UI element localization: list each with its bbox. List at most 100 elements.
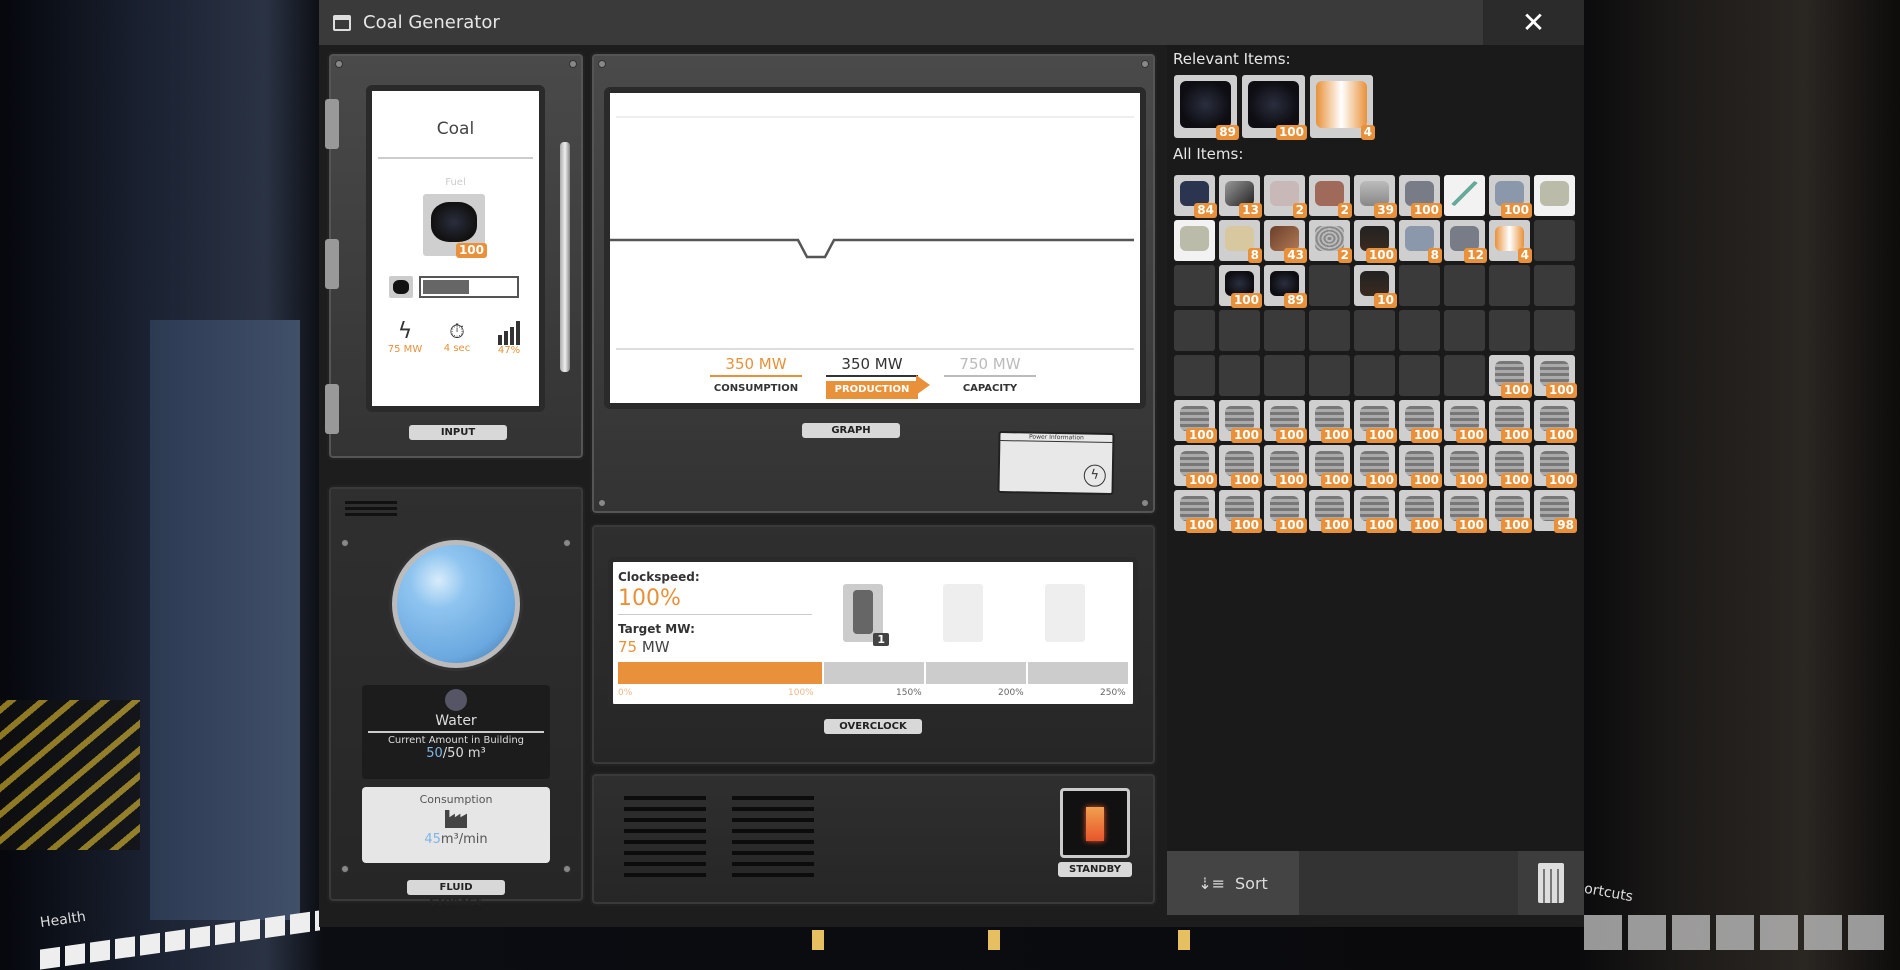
inventory-slot-empty[interactable]	[1534, 220, 1575, 261]
inventory-slot-empty[interactable]	[1444, 265, 1485, 306]
graph-panel: 350 MW CONSUMPTION 350 MW PRODUCTION 750…	[590, 52, 1157, 515]
inventory-slot-empty[interactable]	[1354, 310, 1395, 351]
inventory-slot-beam[interactable]: 100	[1354, 220, 1397, 263]
production-readout[interactable]: 350 MW PRODUCTION	[826, 355, 918, 399]
close-button[interactable]: ✕	[1483, 0, 1584, 45]
inventory-slot-empty[interactable]	[1174, 355, 1215, 396]
inventory-slot-frame[interactable]: 100	[1354, 490, 1397, 533]
health-label: Health	[39, 908, 87, 932]
door-hinge	[325, 239, 339, 289]
inventory-slot-fabric[interactable]: 2	[1264, 175, 1307, 218]
inventory-slot-figure[interactable]	[1174, 220, 1215, 261]
bar-chart-icon	[484, 319, 534, 345]
inventory-slot-empty[interactable]	[1174, 265, 1215, 306]
inventory-slot-beam[interactable]: 10	[1354, 265, 1397, 308]
inventory-slot-canister[interactable]: 4	[1489, 220, 1532, 263]
inventory-slot-empty[interactable]	[1309, 310, 1350, 351]
fuel-slot[interactable]: 100	[423, 194, 487, 258]
inventory-slot-frame[interactable]: 100	[1174, 490, 1217, 533]
inventory-slot-ingot[interactable]: 8	[1219, 220, 1262, 263]
inventory-slot-frame[interactable]: 100	[1174, 400, 1217, 443]
inventory-slot-frame[interactable]: 100	[1489, 445, 1532, 488]
inventory-slot-ore[interactable]: 100	[1399, 175, 1442, 218]
inventory-slot-empty[interactable]	[1534, 265, 1575, 306]
inventory-slot-frame[interactable]: 100	[1444, 445, 1487, 488]
inventory-slot-frame[interactable]: 100	[1534, 400, 1577, 443]
inventory-slot-coal[interactable]: 100	[1219, 265, 1262, 308]
inventory-slot-empty[interactable]	[1444, 310, 1485, 351]
title-bar[interactable]: Coal Generator ✕	[319, 0, 1584, 45]
inventory-slot-sheet[interactable]: 100	[1489, 175, 1532, 218]
inventory-slot-empty[interactable]	[1399, 355, 1440, 396]
inventory-slot-frame[interactable]: 100	[1399, 445, 1442, 488]
inventory-slot-empty[interactable]	[1264, 310, 1305, 351]
inventory-slot-figure[interactable]	[1534, 175, 1575, 216]
inventory-slot-sheet[interactable]: 8	[1399, 220, 1442, 263]
power-shard-slot[interactable]	[1045, 584, 1085, 642]
inventory-slot-empty[interactable]	[1399, 310, 1440, 351]
inventory-slot-empty[interactable]	[1264, 355, 1305, 396]
clockspeed-slider[interactable]	[618, 662, 1128, 684]
input-panel: Coal Fuel 100 ϟ 75 MW ⏱ 4 sec 47% INPUT	[325, 52, 585, 460]
standby-switch[interactable]	[1060, 788, 1130, 858]
inventory-slot-empty[interactable]	[1219, 355, 1260, 396]
inventory-slot-frame[interactable]: 100	[1264, 490, 1307, 533]
inventory-slot-empty[interactable]	[1309, 355, 1350, 396]
sort-button[interactable]: ⇣≡ Sort	[1167, 851, 1299, 915]
inventory-slot-frame[interactable]: 100	[1264, 445, 1307, 488]
inventory-slot-frame[interactable]: 100	[1219, 445, 1262, 488]
item-count: 100	[1275, 428, 1307, 443]
inventory-slot-canister[interactable]: 4	[1310, 75, 1375, 140]
inventory-slot-coal[interactable]: 89	[1264, 265, 1307, 308]
item-count: 100	[1230, 518, 1262, 533]
inventory-slot-plate[interactable]: 39	[1354, 175, 1397, 218]
inventory-slot-frame[interactable]: 100	[1444, 400, 1487, 443]
inventory-slot-frame[interactable]: 100	[1489, 355, 1532, 398]
inventory-slot-frame[interactable]: 100	[1309, 445, 1352, 488]
inventory-slot-frame[interactable]: 100	[1309, 490, 1352, 533]
inventory-slot-frame[interactable]: 100	[1444, 490, 1487, 533]
inventory-slot-frame[interactable]: 100	[1219, 400, 1262, 443]
inventory-slot-coil[interactable]: 2	[1309, 220, 1352, 263]
inventory-slot-empty[interactable]	[1489, 265, 1530, 306]
item-count: 2	[1292, 203, 1307, 218]
inventory-slot-coal[interactable]: 100	[1242, 75, 1307, 140]
inventory-slot-frame[interactable]: 100	[1174, 445, 1217, 488]
inventory-slot-frame[interactable]: 100	[1489, 490, 1532, 533]
inventory-slot-frame[interactable]: 100	[1534, 355, 1577, 398]
inventory-slot-ore[interactable]: 12	[1444, 220, 1487, 263]
inventory-slot-cable[interactable]	[1444, 175, 1485, 216]
inventory-slot-frame[interactable]: 100	[1489, 400, 1532, 443]
inventory-slot-frame[interactable]: 100	[1264, 400, 1307, 443]
inventory-slot-pipe[interactable]: 43	[1264, 220, 1307, 263]
item-count: 8	[1427, 248, 1442, 263]
power-shard-slot[interactable]: 1	[843, 584, 889, 646]
inventory-slot-drum[interactable]: 84	[1174, 175, 1217, 218]
power-shard-slot[interactable]	[943, 584, 983, 642]
inventory-slot-empty[interactable]	[1444, 355, 1485, 396]
inventory-slot-rotor[interactable]: 13	[1219, 175, 1262, 218]
coal-small-icon	[389, 276, 413, 298]
item-count: 100	[1410, 473, 1442, 488]
inventory-slot-empty[interactable]	[1219, 310, 1260, 351]
inventory-slot-coal[interactable]: 89	[1174, 75, 1239, 140]
trash-button[interactable]	[1518, 851, 1584, 915]
inventory-slot-frame[interactable]: 100	[1399, 400, 1442, 443]
item-count: 100	[1365, 248, 1397, 263]
inventory-slot-empty[interactable]	[1489, 310, 1530, 351]
target-mw-value[interactable]: 75	[618, 638, 637, 656]
inventory-slot-frame[interactable]: 100	[1354, 445, 1397, 488]
inventory-slot-empty[interactable]	[1174, 310, 1215, 351]
inventory-slot-empty[interactable]	[1534, 310, 1575, 351]
inventory-slot-frame[interactable]: 100	[1309, 400, 1352, 443]
inventory-slot-empty[interactable]	[1399, 265, 1440, 306]
inventory-slot-empty[interactable]	[1354, 355, 1395, 396]
inventory-slot-frame[interactable]: 100	[1399, 490, 1442, 533]
inventory-slot-frame[interactable]: 100	[1219, 490, 1262, 533]
inventory-slot-wire-bundle[interactable]: 2	[1309, 175, 1352, 218]
inventory-slot-frame[interactable]: 100	[1354, 400, 1397, 443]
inventory-slot-empty[interactable]	[1309, 265, 1350, 306]
inventory-slot-frame[interactable]: 100	[1534, 445, 1577, 488]
clockspeed-value[interactable]: 100%	[618, 586, 681, 611]
inventory-slot-frame[interactable]: 98	[1534, 490, 1577, 533]
